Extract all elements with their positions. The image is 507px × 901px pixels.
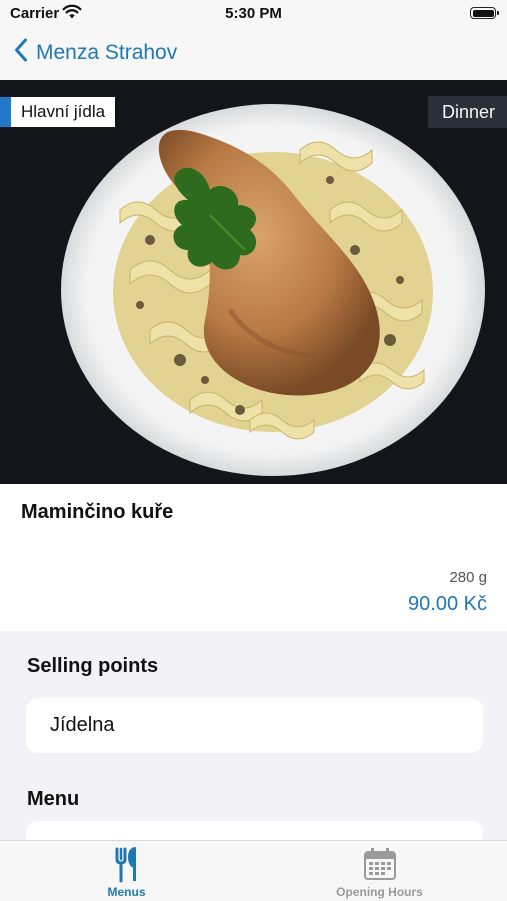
dish-photo: Hlavní jídla Dinner (0, 80, 507, 484)
navigation-bar: Menza Strahov (0, 28, 507, 80)
fork-knife-icon (114, 847, 140, 888)
category-tag: Hlavní jídla (0, 97, 116, 127)
tab-opening-hours[interactable]: Opening Hours (253, 841, 506, 901)
dish-price: 90.00 Kč (408, 593, 487, 615)
dish-illustration (0, 80, 507, 484)
dish-name: Maminčino kuře (21, 501, 174, 523)
battery-icon (470, 7, 499, 19)
status-bar: Carrier 5:30 PM (0, 0, 507, 28)
tab-menus[interactable]: Menus (0, 841, 253, 901)
tab-menus-label: Menus (107, 885, 146, 899)
chevron-left-icon (14, 38, 28, 67)
menu-heading: Menu (27, 788, 80, 810)
back-button[interactable]: Menza Strahov (14, 38, 177, 67)
category-tag-accent (0, 97, 11, 127)
selling-point-item[interactable]: Jídelna (26, 698, 483, 753)
selling-point-label: Jídelna (50, 714, 115, 736)
dish-weight: 280 g (449, 569, 487, 586)
selling-points-heading: Selling points (27, 655, 159, 677)
category-tag-label: Hlavní jídla (11, 97, 116, 127)
dish-info-card: Maminčino kuře 280 g 90.00 Kč (0, 484, 507, 631)
meal-tag: Dinner (427, 96, 507, 128)
tab-bar: Menus Opening Hours (0, 840, 507, 901)
tab-opening-hours-label: Opening Hours (336, 885, 423, 899)
back-button-label: Menza Strahov (36, 40, 178, 64)
calendar-icon (363, 847, 397, 886)
clock: 5:30 PM (225, 5, 282, 22)
